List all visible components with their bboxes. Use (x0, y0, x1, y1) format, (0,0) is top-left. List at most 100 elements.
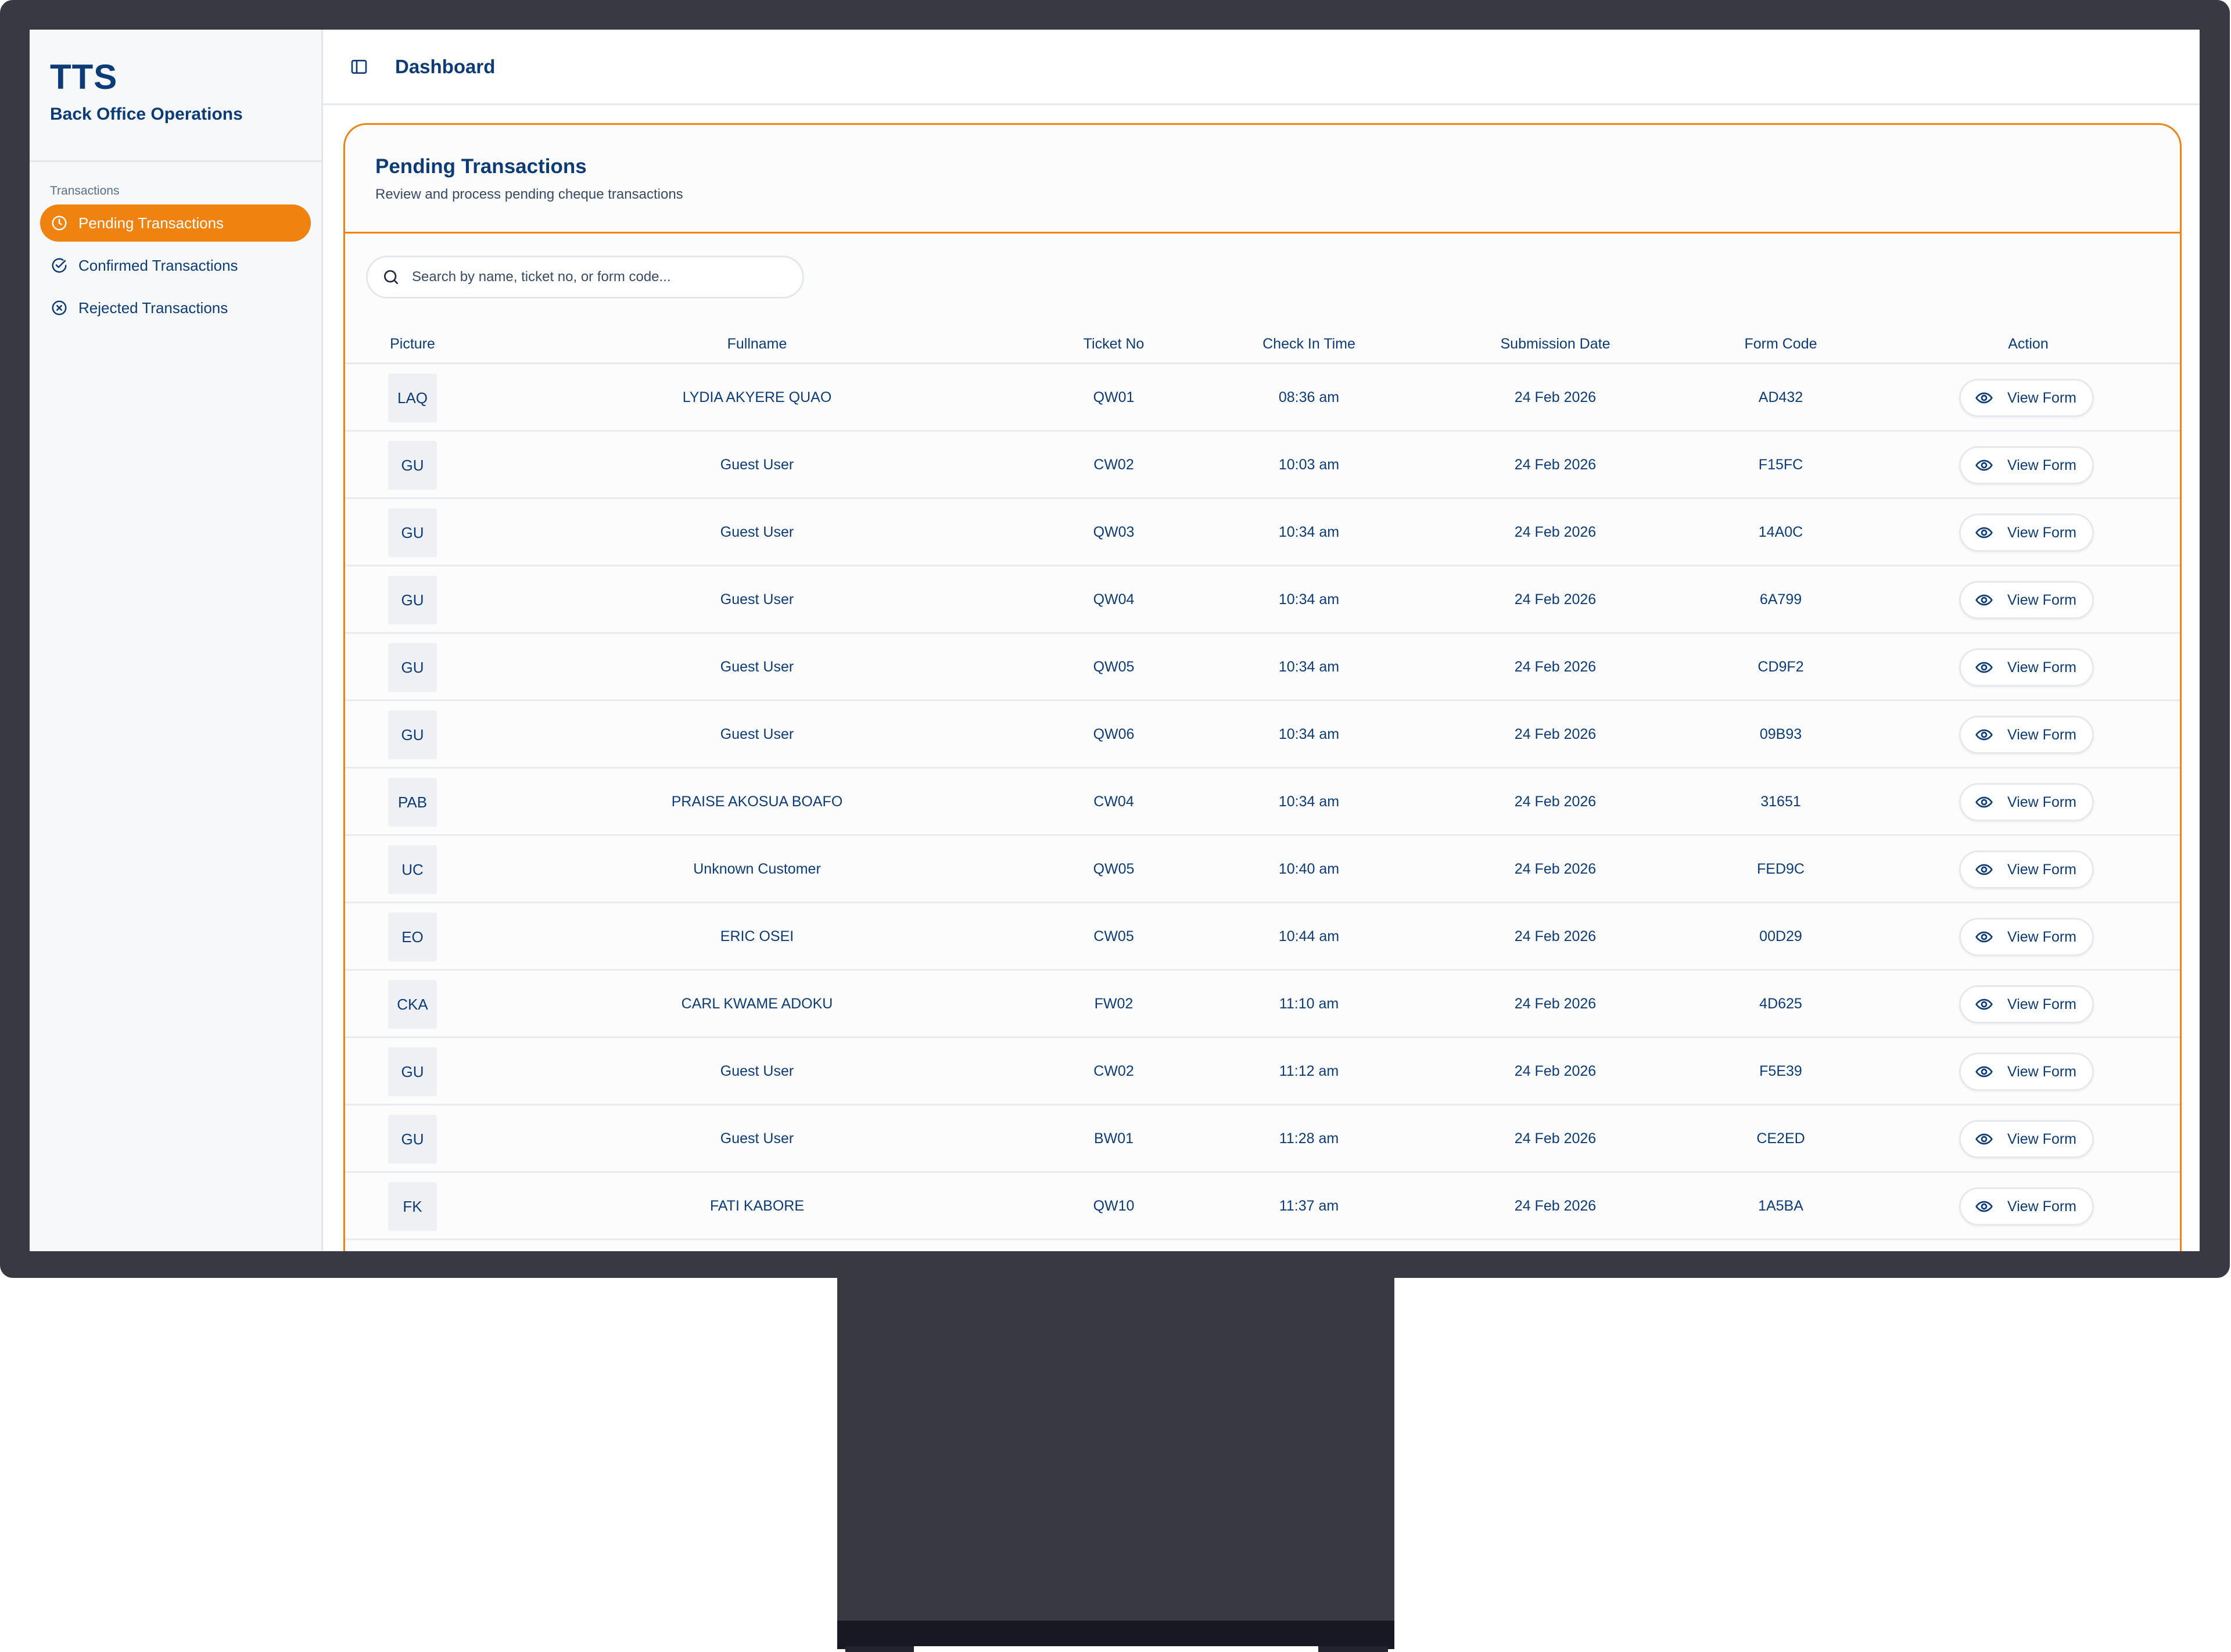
view-form-button[interactable]: View Form (1959, 379, 2094, 417)
sidebar-item-label: Confirmed Transactions (78, 256, 238, 274)
table-row: EO ERIC OSEI CW05 10:44 am 24 Feb 2026 00D29 V… (345, 903, 2180, 971)
ticket-no-cell: CW04 (1093, 793, 1134, 810)
avatar-initials: GU (401, 523, 424, 541)
fullname-cell: CARL KWAME ADOKU (681, 996, 833, 1012)
ticket-no-cell: QW06 (1093, 726, 1135, 742)
table-row: LAQ LYDIA AKYERE QUAO QW01 08:36 am 24 Feb 2… (345, 364, 2180, 432)
view-form-button[interactable]: View Form (1959, 513, 2094, 552)
column-header-check-in-time: Check In Time (1262, 336, 1355, 352)
view-form-button[interactable]: View Form (1959, 783, 2094, 821)
column-header-picture: Picture (390, 336, 435, 352)
sidebar-toggle-icon[interactable] (350, 58, 368, 76)
fullname-cell: Unknown Customer (693, 861, 821, 877)
table-row: GU Guest User QW04 10:34 am 24 Feb 2026 6A799… (345, 566, 2180, 634)
avatar: GU (388, 710, 437, 759)
avatar: GU (388, 1047, 437, 1096)
view-form-button[interactable]: View Form (1959, 1053, 2094, 1091)
submission-date-cell: 24 Feb 2026 (1514, 996, 1597, 1012)
form-code-cell: FED9C (1757, 861, 1805, 877)
view-form-button[interactable]: View Form (1959, 1187, 2094, 1226)
table-body: LAQ LYDIA AKYERE QUAO QW01 08:36 am 24 Feb 2… (345, 364, 2180, 1240)
check-in-time-cell: 10:03 am (1278, 457, 1340, 473)
view-form-label: View Form (2007, 1198, 2077, 1215)
table-row: GU Guest User QW03 10:34 am 24 Feb 2026 14A0C… (345, 499, 2180, 566)
x-circle-icon (52, 300, 67, 315)
avatar: GU (388, 576, 437, 624)
top-bar: Dashboard (323, 30, 2200, 105)
eye-icon (1975, 796, 1993, 808)
submission-date-cell: 24 Feb 2026 (1514, 726, 1597, 742)
fullname-cell: Guest User (720, 1130, 794, 1147)
fullname-cell: FATI KABORE (709, 1198, 805, 1214)
view-form-button[interactable]: View Form (1959, 716, 2094, 754)
view-form-label: View Form (2007, 928, 2077, 945)
table-row: GU Guest User QW06 10:34 am 24 Feb 2026 09B93… (345, 701, 2180, 768)
avatar: GU (388, 643, 437, 692)
sidebar-item-pending-transactions[interactable]: Pending Transactions (40, 204, 311, 242)
view-form-button[interactable]: View Form (1959, 1120, 2094, 1158)
eye-icon (1975, 999, 1993, 1010)
column-header-ticket-no: Ticket No (1083, 336, 1145, 352)
check-in-time-cell: 10:44 am (1278, 928, 1340, 944)
column-header-fullname: Fullname (727, 336, 787, 352)
fullname-cell: PRAISE AKOSUA BOAFO (671, 793, 843, 810)
check-in-time-cell: 11:12 am (1279, 1063, 1339, 1079)
view-form-button[interactable]: View Form (1959, 446, 2094, 484)
brand-subtitle: Back Office Operations (50, 105, 243, 124)
form-code-cell: 4D625 (1759, 996, 1802, 1012)
table-row: PAB PRAISE AKOSUA BOAFO CW04 10:34 am 24 Feb… (345, 768, 2180, 836)
view-form-label: View Form (2007, 996, 2077, 1012)
view-form-button[interactable]: View Form (1959, 850, 2094, 889)
brand: TTS Back Office Operations (30, 30, 321, 162)
avatar-initials: GU (401, 726, 424, 744)
ticket-no-cell: QW05 (1093, 861, 1135, 877)
avatar-initials: UC (401, 860, 424, 878)
sidebar-item-confirmed-transactions[interactable]: Confirmed Transactions (40, 247, 311, 284)
view-form-label: View Form (2007, 793, 2077, 810)
view-form-button[interactable]: View Form (1959, 985, 2094, 1023)
sidebar: TTS Back Office Operations Transactions … (30, 30, 323, 1251)
table-row: GU Guest User QW05 10:34 am 24 Feb 2026 CD9F2… (345, 634, 2180, 701)
eye-icon (1975, 459, 1993, 471)
table-row: GU Guest User CW02 10:03 am 24 Feb 2026 F15FC… (345, 432, 2180, 499)
submission-date-cell: 24 Feb 2026 (1514, 1063, 1597, 1079)
view-form-button[interactable]: View Form (1959, 581, 2094, 619)
avatar-initials: PAB (397, 793, 428, 811)
main-content: Dashboard Pending Transactions Review an… (323, 30, 2200, 1251)
avatar: LAQ (388, 374, 437, 422)
check-in-time-cell: 10:34 am (1278, 659, 1340, 675)
view-form-label: View Form (2007, 1130, 2077, 1147)
eye-icon (1975, 1201, 1993, 1212)
view-form-button[interactable]: View Form (1959, 648, 2094, 687)
view-form-button[interactable]: View Form (1959, 918, 2094, 956)
check-in-time-cell: 11:10 am (1279, 996, 1339, 1012)
table-row: GU Guest User CW02 11:12 am 24 Feb 2026 F5E39… (345, 1038, 2180, 1105)
fullname-cell: ERIC OSEI (720, 928, 794, 944)
eye-icon (1975, 594, 1993, 606)
fullname-cell: Guest User (720, 726, 794, 742)
avatar-initials: CKA (397, 995, 428, 1013)
stand-foot-right (1318, 1646, 1388, 1652)
form-code-cell: 1A5BA (1758, 1198, 1803, 1214)
stand-gap (914, 1646, 1318, 1652)
view-form-label: View Form (2007, 524, 2077, 541)
search-input[interactable] (412, 269, 784, 285)
fullname-cell: Guest User (720, 1063, 794, 1079)
sidebar-item-label: Pending Transactions (78, 214, 224, 232)
view-form-label: View Form (2007, 726, 2077, 743)
check-in-time-cell: 10:34 am (1278, 591, 1340, 608)
fullname-cell: LYDIA AKYERE QUAO (682, 389, 832, 405)
form-code-cell: 6A799 (1759, 591, 1802, 608)
form-code-cell: 09B93 (1759, 726, 1802, 742)
view-form-label: View Form (2007, 1063, 2077, 1080)
fullname-cell: Guest User (720, 659, 794, 675)
avatar: PAB (388, 778, 437, 827)
form-code-cell: F15FC (1758, 457, 1803, 473)
avatar: EO (388, 913, 437, 961)
sidebar-item-rejected-transactions[interactable]: Rejected Transactions (40, 289, 311, 326)
submission-date-cell: 24 Feb 2026 (1514, 928, 1597, 944)
check-in-time-cell: 11:37 am (1279, 1198, 1339, 1214)
avatar: CKA (388, 980, 437, 1029)
eye-icon (1975, 1066, 1993, 1078)
monitor-stand (837, 1278, 1394, 1621)
